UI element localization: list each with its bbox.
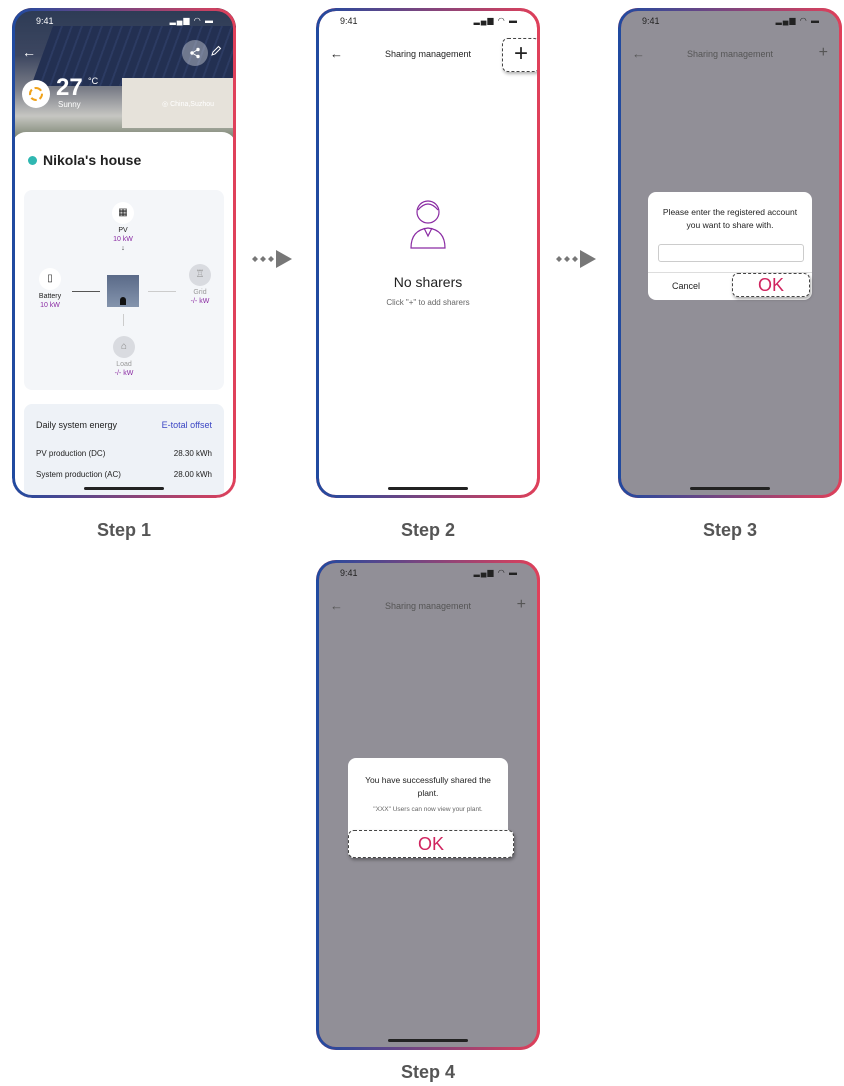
share-button[interactable] bbox=[182, 40, 208, 66]
grid-value: -/- kW bbox=[190, 298, 210, 305]
triple-dot-arrow-icon bbox=[252, 250, 292, 268]
energy-row-value: 28.30 kWh bbox=[173, 449, 212, 458]
page-title: Sharing management bbox=[686, 49, 774, 59]
account-input[interactable] bbox=[658, 244, 804, 262]
load-line bbox=[123, 314, 124, 326]
phone-step-1: 9:41 ▂▄▆ ◠ ▬ ← 27 °C Sunny ◎ China,Suzho… bbox=[12, 8, 236, 498]
status-time: 9:41 bbox=[340, 16, 358, 26]
status-icons: ▂▄▆ ◠ ▬ bbox=[473, 16, 518, 25]
add-sharer-button[interactable]: + bbox=[517, 596, 526, 614]
status-ok-icon bbox=[28, 155, 37, 165]
weather-text: Sunny bbox=[58, 100, 81, 109]
status-icons: ▂▄▆ ◠ ▬ bbox=[775, 16, 820, 25]
status-icons: ▂▄▆ ◠ ▬ bbox=[473, 568, 518, 577]
home-indicator bbox=[388, 1039, 468, 1042]
status-bar: 9:41 ▂▄▆ ◠ ▬ bbox=[618, 14, 842, 30]
load-value: -/- kW bbox=[114, 370, 134, 377]
e-total-offset-link[interactable]: E-total offset bbox=[162, 420, 212, 430]
step-label-4: Step 4 bbox=[400, 1062, 456, 1082]
sun-icon bbox=[29, 87, 43, 101]
grid-label: Grid bbox=[193, 289, 207, 296]
grid-tower-icon: ♖ bbox=[189, 264, 211, 286]
location-text: China,Suzhou bbox=[170, 101, 215, 108]
sharer-person-icon bbox=[410, 200, 446, 249]
battery-value: 10 kW bbox=[40, 302, 60, 309]
location-pin-icon: ◎ bbox=[162, 101, 171, 108]
home-indicator bbox=[84, 487, 164, 490]
energy-row: PV production (DC) 28.30 kWh bbox=[36, 449, 212, 458]
energy-row-value: 28.00 kWh bbox=[173, 470, 212, 479]
pv-node: ▦ PV 10 kW ↓ bbox=[108, 202, 138, 253]
home-indicator bbox=[388, 487, 468, 490]
empty-state-subtitle: Click "+" to add sharers bbox=[386, 298, 470, 307]
edit-icon bbox=[211, 45, 222, 56]
dialog-title: You have successfully shared the plant. bbox=[365, 775, 491, 798]
home-load-icon: ⌂ bbox=[113, 336, 135, 358]
edit-button[interactable] bbox=[210, 40, 228, 66]
energy-card[interactable]: Daily system energy E-total offset PV pr… bbox=[24, 404, 224, 498]
page-title: Sharing management bbox=[384, 601, 472, 611]
grid-node: ♖ Grid -/- kW bbox=[180, 264, 220, 306]
status-time: 9:41 bbox=[36, 16, 54, 26]
plant-title: Nikola's house bbox=[28, 152, 141, 168]
step-label-1: Step 1 bbox=[96, 520, 152, 540]
battery-line bbox=[72, 291, 100, 292]
status-bar: 9:41 ▂▄▆ ◠ ▬ bbox=[12, 14, 236, 30]
phone-step-4: 9:41 ▂▄▆ ◠ ▬ ← Sharing management + You … bbox=[316, 560, 540, 1050]
energy-row: System production (AC) 28.00 kWh bbox=[36, 470, 212, 479]
home-indicator bbox=[690, 487, 770, 490]
inverter-image bbox=[107, 275, 139, 307]
status-time: 9:41 bbox=[340, 568, 358, 578]
temperature: 27 bbox=[56, 74, 83, 101]
pv-label: PV bbox=[118, 227, 128, 234]
step-label-2: Step 2 bbox=[400, 520, 456, 540]
status-bar: 9:41 ▂▄▆ ◠ ▬ bbox=[316, 14, 540, 30]
phone-step-3: 9:41 ▂▄▆ ◠ ▬ ← Sharing management + Plea… bbox=[618, 8, 842, 498]
cancel-button[interactable]: Cancel bbox=[672, 281, 700, 291]
location: ◎ China,Suzhou bbox=[162, 100, 214, 108]
nav-bar: ← Sharing management + bbox=[316, 596, 540, 620]
status-time: 9:41 bbox=[642, 16, 660, 26]
ok-button[interactable]: OK bbox=[732, 273, 810, 297]
back-icon[interactable]: ← bbox=[22, 44, 36, 60]
dialog-message: Please enter the registered account you … bbox=[662, 207, 798, 230]
energy-row-label: PV production (DC) bbox=[36, 449, 106, 458]
plant-name: Nikola's house bbox=[43, 152, 142, 168]
status-bar: 9:41 ▂▄▆ ◠ ▬ bbox=[316, 566, 540, 582]
phone-step-2: 9:41 ▂▄▆ ◠ ▬ ← Sharing management + No s… bbox=[316, 8, 540, 498]
grid-line bbox=[148, 291, 176, 292]
empty-state-title: No sharers bbox=[393, 274, 463, 290]
energy-header: Daily system energy bbox=[36, 420, 118, 430]
dialog-message: "XXX" Users can now view your plant. bbox=[373, 806, 483, 813]
solar-panel-icon: ▦ bbox=[112, 202, 134, 224]
nav-bar: ← Sharing management + bbox=[618, 44, 842, 68]
step-label-3: Step 3 bbox=[702, 520, 758, 540]
plant-card: Nikola's house ▦ PV 10 kW ↓ ▯ Battery 10… bbox=[12, 132, 236, 498]
energy-row-label: System production (AC) bbox=[36, 470, 121, 479]
battery-icon: ▯ bbox=[39, 268, 61, 290]
pv-value: 10 kW bbox=[113, 236, 133, 243]
temperature-unit: °C bbox=[88, 76, 99, 86]
load-node: ⌂ Load -/- kW bbox=[104, 336, 144, 378]
add-sharer-button[interactable]: + bbox=[819, 44, 828, 62]
triple-dot-arrow-icon bbox=[556, 250, 596, 268]
add-sharer-button[interactable]: + bbox=[502, 38, 540, 72]
ok-button[interactable]: OK bbox=[348, 830, 514, 858]
energy-flow-diagram[interactable]: ▦ PV 10 kW ↓ ▯ Battery 10 kW ♖ Grid -/- … bbox=[24, 190, 224, 390]
share-icon bbox=[190, 47, 200, 59]
weather-icon-bg bbox=[22, 80, 50, 108]
battery-label: Battery bbox=[38, 293, 62, 300]
battery-node: ▯ Battery 10 kW bbox=[30, 268, 70, 310]
pv-arrow-icon: ↓ bbox=[121, 245, 125, 252]
status-icons: ▂▄▆ ◠ ▬ bbox=[169, 16, 214, 25]
share-account-dialog: Please enter the registered account you … bbox=[648, 192, 812, 300]
load-label: Load bbox=[116, 361, 132, 368]
